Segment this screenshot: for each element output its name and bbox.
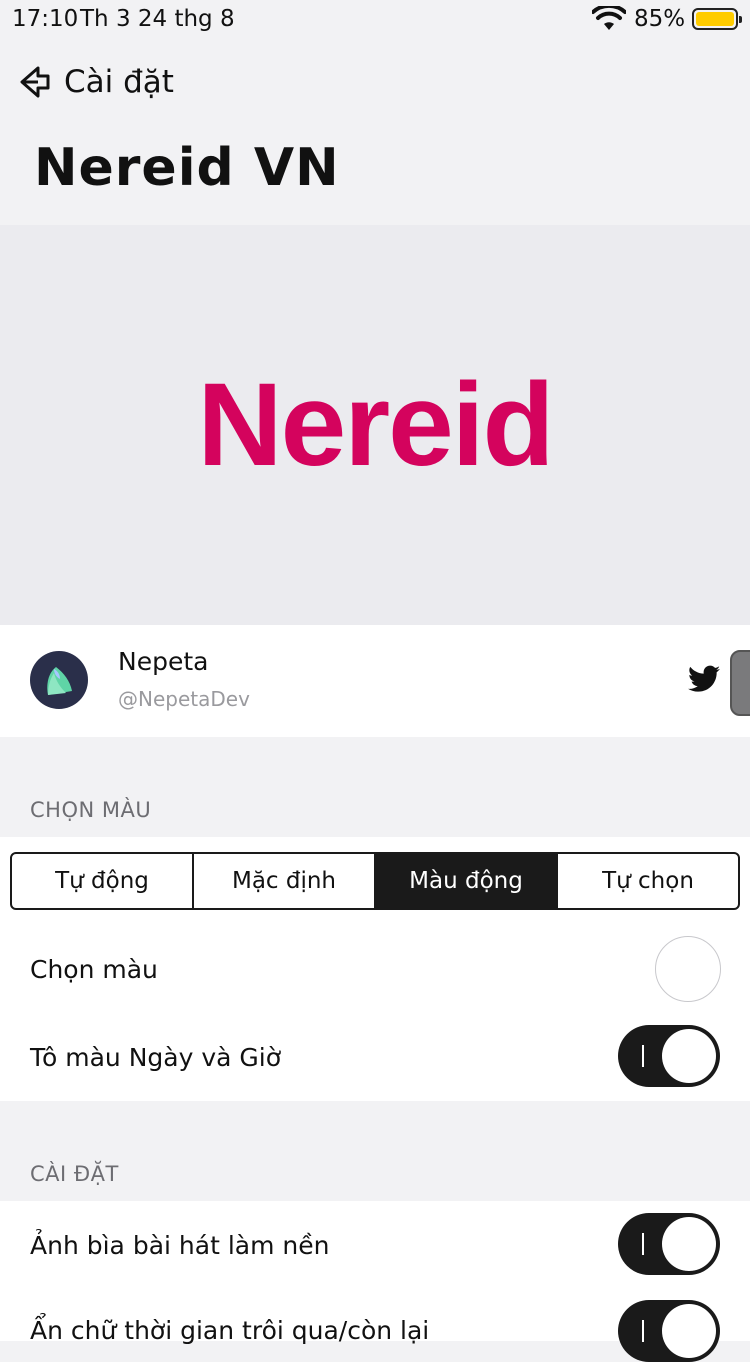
color-picker-well[interactable] [655,936,721,1002]
twitter-icon[interactable] [688,665,720,693]
banner-logo: Nereid [197,359,554,491]
side-handle[interactable] [730,650,750,716]
nav-bar: Cài đặt [0,60,750,110]
tweak-banner: Nereid [0,225,750,625]
battery-percent: 85% [634,6,686,32]
status-time: 17:10 [12,6,79,32]
tint-date-time-toggle[interactable] [618,1025,720,1087]
back-button-label[interactable]: Cài đặt [64,64,174,100]
artwork-background-toggle[interactable] [618,1213,720,1275]
back-arrow-icon[interactable] [16,64,52,100]
status-bar: 17:10 Th 3 24 thg 8 85% [0,0,750,40]
artwork-background-label: Ảnh bìa bài hát làm nền [30,1231,330,1260]
status-date: Th 3 24 thg 8 [80,6,235,32]
hide-time-label: Ẩn chữ thời gian trôi qua/còn lại [30,1316,430,1345]
tint-date-time-label: Tô màu Ngày và Giờ [30,1043,282,1072]
segment-auto[interactable]: Tự động [12,854,194,908]
segment-default[interactable]: Mặc định [194,854,376,908]
developer-handle: @NepetaDev [118,687,250,711]
page-title: Nereid VN [34,138,340,198]
segment-custom[interactable]: Tự chọn [558,854,738,908]
battery-icon [692,8,742,30]
avatar [30,651,88,709]
section-header-settings: CÀI ĐẶT [30,1162,119,1186]
segment-dynamic[interactable]: Màu động [376,854,558,908]
pick-color-label: Chọn màu [30,955,158,984]
developer-name: Nepeta [118,647,209,676]
color-mode-segmented-control[interactable]: Tự động Mặc định Màu động Tự chọn [10,852,740,910]
hide-time-toggle[interactable] [618,1300,720,1362]
section-header-color: CHỌN MÀU [30,798,152,822]
wifi-icon [592,6,626,30]
developer-row[interactable]: Nepeta @NepetaDev [0,625,750,737]
battery-fill [696,12,734,26]
